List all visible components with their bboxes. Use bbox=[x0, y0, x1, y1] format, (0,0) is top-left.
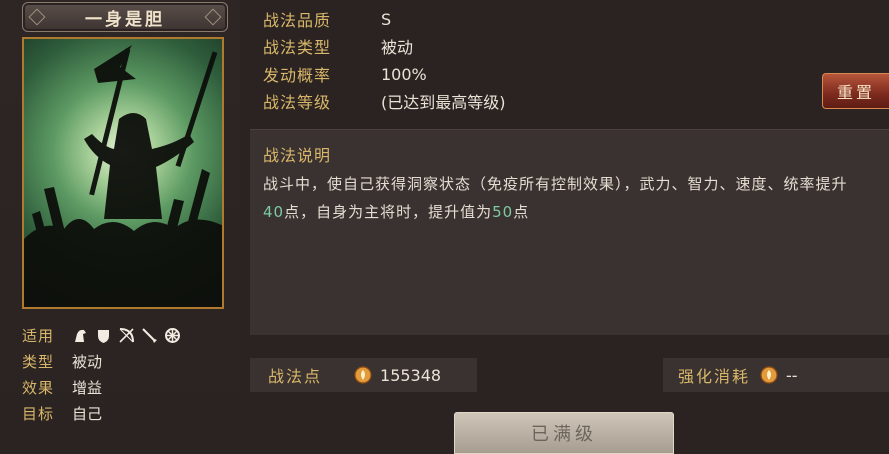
reset-button[interactable]: 重置 bbox=[822, 73, 889, 109]
coin-icon bbox=[354, 366, 372, 384]
category-row: 战法类型 被动 bbox=[263, 33, 413, 59]
target-row: 目标 自己 bbox=[22, 400, 181, 426]
spear-icon bbox=[141, 327, 158, 344]
applicable-row: 适用 bbox=[22, 322, 181, 348]
cavalry-icon bbox=[72, 327, 89, 344]
upgrade-cost-label: 强化消耗 bbox=[678, 367, 751, 386]
skill-points-value: 155348 bbox=[380, 365, 442, 385]
ornament-icon bbox=[204, 8, 222, 26]
type-label: 类型 bbox=[22, 352, 55, 371]
leader-bonus-value: 50 bbox=[492, 203, 514, 221]
applicable-label: 适用 bbox=[22, 326, 55, 345]
quality-label: 战法品质 bbox=[263, 11, 332, 30]
type-row: 类型 被动 bbox=[22, 348, 181, 374]
rate-row: 发动概率 100% bbox=[263, 61, 427, 87]
skill-card-panel: 一身是胆 适用 类型 被动 效果 增益 目标 自己 bbox=[0, 0, 240, 454]
category-label: 战法类型 bbox=[263, 38, 332, 57]
coin-icon bbox=[760, 366, 778, 384]
upgrade-cost-box: 强化消耗 -- bbox=[663, 358, 889, 392]
type-value: 被动 bbox=[72, 352, 103, 371]
upgrade-cost-value: -- bbox=[786, 365, 798, 385]
rate-label: 发动概率 bbox=[263, 66, 332, 85]
effect-value: 增益 bbox=[72, 378, 103, 397]
target-value: 自己 bbox=[72, 404, 103, 423]
skill-name-plate: 一身是胆 bbox=[22, 2, 228, 32]
effect-label: 效果 bbox=[22, 378, 55, 397]
skill-portrait bbox=[22, 37, 224, 309]
level-value: (已达到最高等级) bbox=[381, 93, 506, 112]
max-level-button[interactable]: 已满级 bbox=[454, 412, 674, 454]
level-label: 战法等级 bbox=[263, 93, 332, 112]
description-title: 战法说明 bbox=[263, 146, 332, 165]
skill-points-label: 战法点 bbox=[268, 367, 323, 386]
level-row: 战法等级 (已达到最高等级) bbox=[263, 88, 506, 114]
stat-bonus-value: 40 bbox=[263, 203, 285, 221]
skill-description-box: 战法说明 战斗中，使自己获得洞察状态（免疫所有控制效果），武力、智力、速度、统率… bbox=[250, 129, 889, 335]
effect-row: 效果 增益 bbox=[22, 374, 181, 400]
category-value: 被动 bbox=[381, 38, 414, 57]
quality-row: 战法品质 S bbox=[263, 6, 391, 32]
warrior-silhouette-illustration bbox=[24, 45, 222, 307]
shield-icon bbox=[95, 327, 112, 344]
skill-attributes: 适用 类型 被动 效果 增益 目标 自己 bbox=[22, 322, 181, 426]
skill-points-box: 战法点 155348 bbox=[250, 358, 477, 392]
quality-value: S bbox=[381, 9, 392, 29]
description-part-3: 点 bbox=[513, 203, 530, 221]
ornament-icon bbox=[28, 8, 46, 26]
target-label: 目标 bbox=[22, 404, 55, 423]
description-text: 战斗中，使自己获得洞察状态（免疫所有控制效果），武力、智力、速度、统率提升40点… bbox=[263, 170, 868, 226]
skill-name: 一身是胆 bbox=[85, 9, 165, 30]
siege-icon bbox=[164, 327, 181, 344]
rate-value: 100% bbox=[381, 64, 427, 84]
troop-type-icons bbox=[72, 327, 181, 344]
description-part-1: 战斗中，使自己获得洞察状态（免疫所有控制效果），武力、智力、速度、统率提升 bbox=[263, 175, 848, 193]
description-part-2: 点，自身为主将时，提升值为 bbox=[284, 203, 493, 221]
skill-detail-panel: 战法品质 S 战法类型 被动 发动概率 100% 战法等级 (已达到最高等级) … bbox=[240, 0, 889, 454]
archer-icon bbox=[118, 327, 135, 344]
